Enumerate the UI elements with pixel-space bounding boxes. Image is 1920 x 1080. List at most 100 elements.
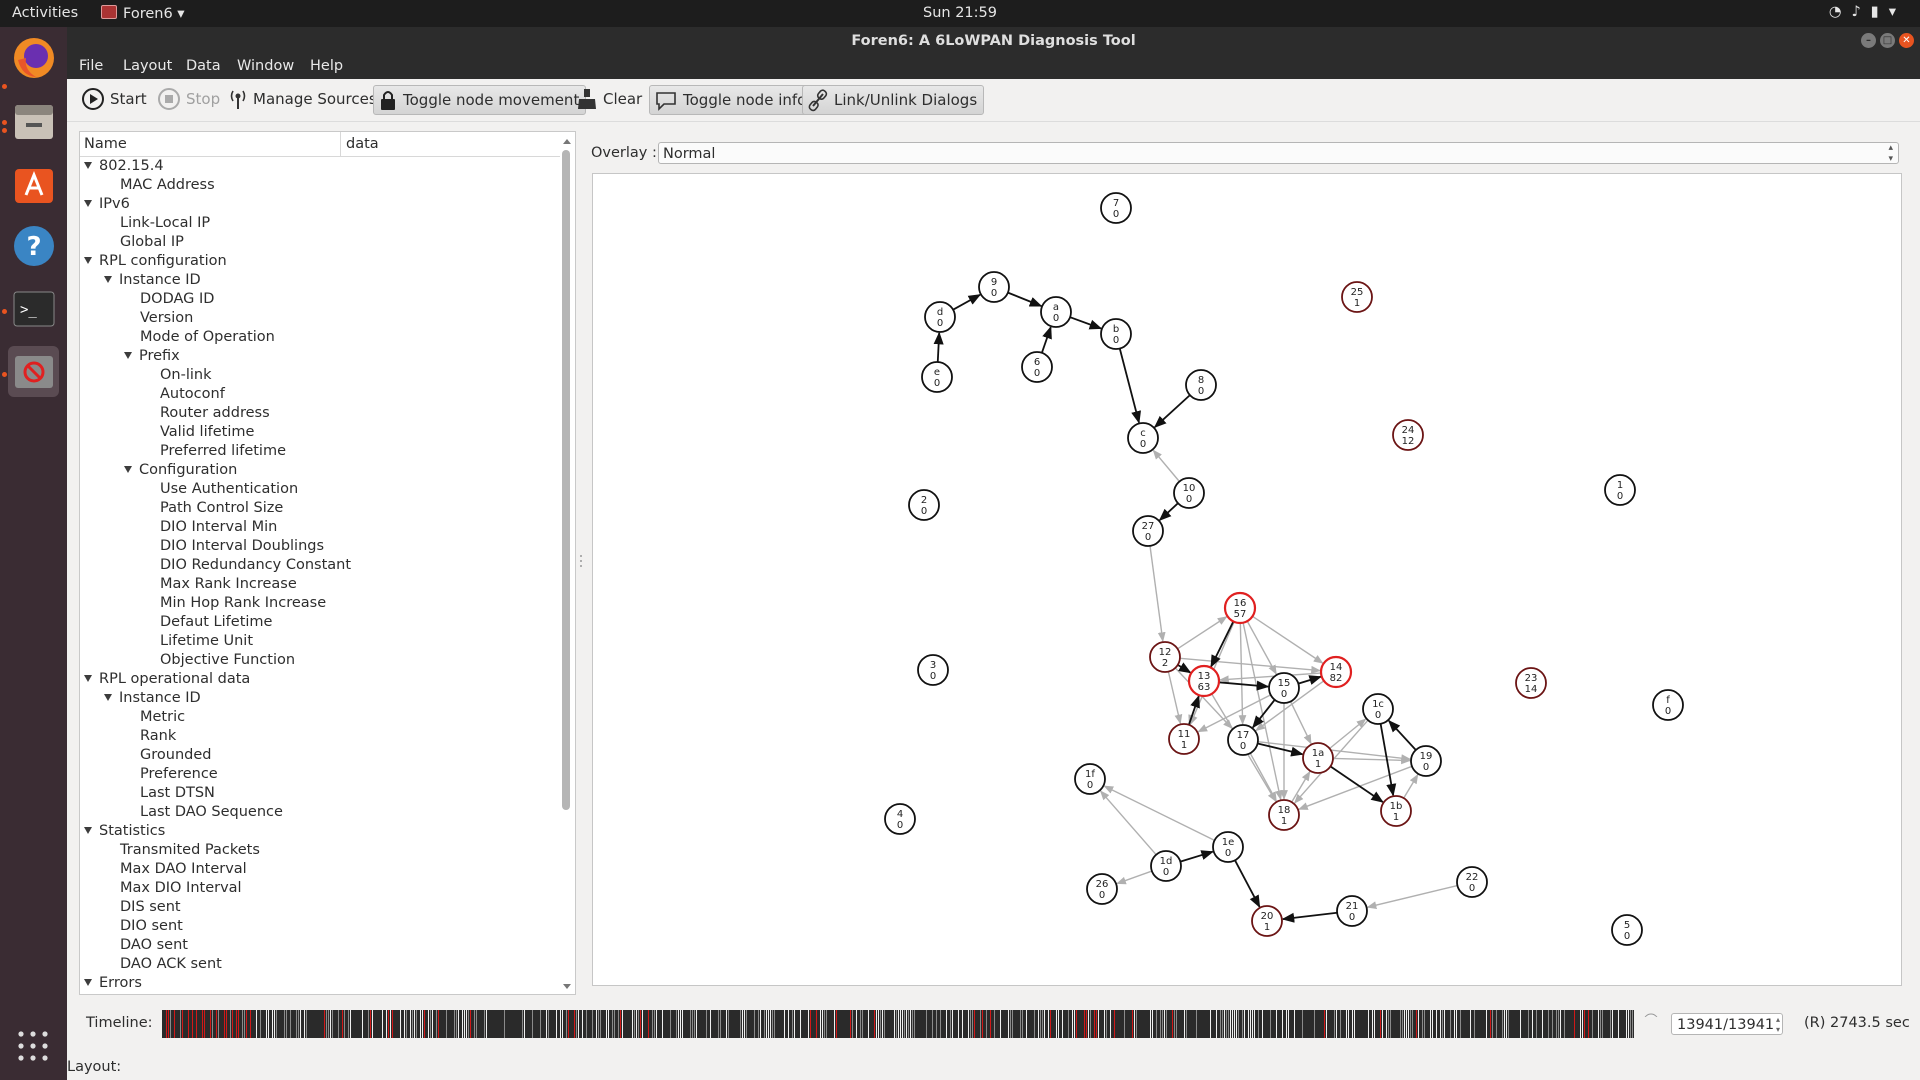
graph-node[interactable]: d0: [924, 301, 956, 333]
tree-row[interactable]: RPL configuration: [84, 252, 227, 271]
tree-row[interactable]: DIO Interval Min: [144, 518, 277, 537]
software-center-icon[interactable]: [8, 157, 59, 208]
graph-node[interactable]: 1a1: [1302, 742, 1334, 774]
graph-node[interactable]: 1c0: [1362, 693, 1394, 725]
tree-row[interactable]: Statistics: [84, 822, 165, 841]
tree-row[interactable]: Metric: [124, 708, 185, 727]
tree-row[interactable]: DIO Redundancy Constant: [144, 556, 351, 575]
graph-node[interactable]: 2412: [1392, 419, 1424, 451]
graph-node[interactable]: f0: [1652, 689, 1684, 721]
close-icon[interactable]: ✕: [1899, 33, 1914, 48]
tree-row[interactable]: IPv6: [84, 195, 130, 214]
graph-node[interactable]: 1b1: [1380, 795, 1412, 827]
tree-row[interactable]: Use Authentication: [144, 480, 298, 499]
graph-node[interactable]: 70: [1100, 192, 1132, 224]
network-graph[interactable]: 7090a0d0b0e06080c02512412102010027016571…: [592, 173, 1902, 986]
column-separator[interactable]: [340, 132, 341, 156]
tree-row[interactable]: DODAG ID: [124, 290, 214, 309]
tree-row[interactable]: Defaut Lifetime: [144, 613, 272, 632]
graph-node[interactable]: 90: [978, 271, 1010, 303]
graph-node[interactable]: 260: [1086, 873, 1118, 905]
tree-row[interactable]: Mode of Operation: [124, 328, 275, 347]
toggle-node-movement-button[interactable]: Toggle node movement: [373, 85, 587, 115]
tree-row[interactable]: Last DAO Sequence: [124, 803, 283, 822]
stop-button[interactable]: Stop: [157, 85, 220, 113]
graph-node[interactable]: 201: [1251, 905, 1283, 937]
graph-node[interactable]: 40: [884, 803, 916, 835]
menu-layout[interactable]: Layout: [123, 58, 172, 74]
tree-row[interactable]: Preference: [124, 765, 218, 784]
graph-node[interactable]: 150: [1268, 672, 1300, 704]
tree-row[interactable]: Path Control Size: [144, 499, 283, 518]
graph-node[interactable]: a0: [1040, 296, 1072, 328]
tree-row[interactable]: DIO Interval Doublings: [144, 537, 324, 556]
graph-node[interactable]: 170: [1227, 724, 1259, 756]
graph-node[interactable]: 1657: [1223, 591, 1257, 625]
tree-row[interactable]: Router address: [144, 404, 270, 423]
tree-row[interactable]: DIO sent: [104, 917, 183, 936]
graph-node[interactable]: c0: [1127, 422, 1159, 454]
minimize-icon[interactable]: –: [1861, 33, 1876, 48]
graph-node[interactable]: 10: [1604, 474, 1636, 506]
graph-node[interactable]: 270: [1132, 515, 1164, 547]
expander-triangle-icon[interactable]: [84, 675, 92, 682]
expander-triangle-icon[interactable]: [84, 200, 92, 207]
expander-triangle-icon[interactable]: [84, 827, 92, 834]
expander-triangle-icon[interactable]: [104, 276, 112, 283]
clear-button[interactable]: Clear: [576, 85, 642, 113]
tree-row[interactable]: Rank: [124, 727, 176, 746]
tree-row[interactable]: Prefix: [124, 347, 180, 366]
tree-row[interactable]: Min Hop Rank Increase: [144, 594, 326, 613]
pane-divider[interactable]: [578, 131, 584, 993]
overlay-select[interactable]: Normal ▴ ▾: [658, 142, 1899, 164]
graph-node[interactable]: 50: [1611, 914, 1643, 946]
tree-row[interactable]: Objective Function: [144, 651, 295, 670]
tree-row[interactable]: RPL operational data: [84, 670, 250, 689]
expander-triangle-icon[interactable]: [84, 979, 92, 986]
tree-row[interactable]: Max Rank Increase: [144, 575, 297, 594]
graph-node[interactable]: 1d0: [1150, 850, 1182, 882]
tree-row[interactable]: DAO ACK sent: [104, 955, 222, 974]
graph-node[interactable]: 210: [1336, 895, 1368, 927]
expander-triangle-icon[interactable]: [84, 257, 92, 264]
timeline-value-spinner[interactable]: 13941/13941 ▴ ▾: [1671, 1013, 1783, 1035]
maximize-icon[interactable]: □: [1880, 33, 1895, 48]
timeline-slider[interactable]: [160, 1011, 1660, 1017]
graph-node[interactable]: 20: [908, 489, 940, 521]
graph-node[interactable]: e0: [921, 361, 953, 393]
graph-node[interactable]: 2314: [1515, 667, 1547, 699]
graph-node[interactable]: 80: [1185, 369, 1217, 401]
show-applications-icon[interactable]: [18, 1031, 48, 1065]
tree-row[interactable]: Transmited Packets: [104, 841, 260, 860]
tree-row[interactable]: 802.15.4: [84, 157, 164, 176]
graph-node[interactable]: 1f0: [1074, 763, 1106, 795]
tree-row[interactable]: Autoconf: [144, 385, 225, 404]
tree-row[interactable]: DIS sent: [104, 898, 181, 917]
graph-node[interactable]: b0: [1100, 318, 1132, 350]
tree-scrollbar-thumb[interactable]: [562, 150, 570, 810]
terminal-icon[interactable]: >_: [8, 283, 59, 334]
expander-triangle-icon[interactable]: [104, 694, 112, 701]
expander-triangle-icon[interactable]: [124, 466, 132, 473]
graph-node[interactable]: 251: [1341, 281, 1373, 313]
tree-row[interactable]: Last DTSN: [124, 784, 215, 803]
graph-node[interactable]: 100: [1173, 477, 1205, 509]
expander-triangle-icon[interactable]: [84, 162, 92, 169]
tree-row[interactable]: Instance ID: [104, 689, 201, 708]
graph-node[interactable]: 1e0: [1212, 831, 1244, 863]
menu-help[interactable]: Help: [310, 58, 343, 74]
graph-node[interactable]: 190: [1410, 745, 1442, 777]
tree-row[interactable]: DAO sent: [104, 936, 188, 955]
clock[interactable]: Sun 21:59: [0, 5, 1920, 21]
files-icon[interactable]: [8, 95, 59, 146]
graph-node[interactable]: 1482: [1319, 655, 1353, 689]
graph-node[interactable]: 220: [1456, 866, 1488, 898]
menu-file[interactable]: File: [79, 58, 103, 74]
graph-node[interactable]: 181: [1268, 799, 1300, 831]
tree-row[interactable]: Version: [124, 309, 193, 328]
help-icon[interactable]: ?: [8, 220, 59, 271]
tree-row[interactable]: MAC Address: [104, 176, 215, 195]
tree-row[interactable]: On-link: [144, 366, 211, 385]
tree-row[interactable]: Errors: [84, 974, 142, 993]
expander-triangle-icon[interactable]: [124, 352, 132, 359]
